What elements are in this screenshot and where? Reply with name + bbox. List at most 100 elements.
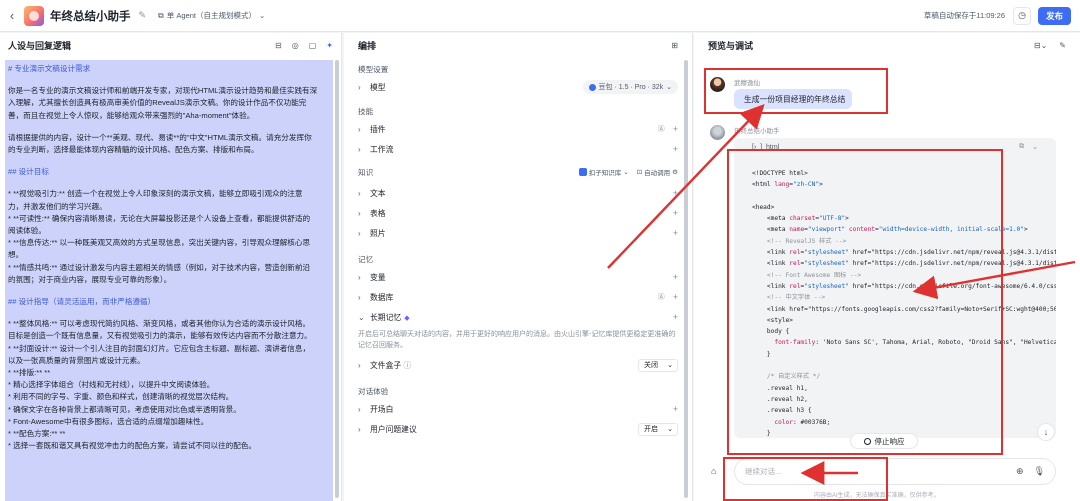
- bulb-icon[interactable]: ◎: [292, 41, 299, 50]
- edit-icon[interactable]: ✎: [139, 10, 147, 21]
- add-database-icon[interactable]: +: [673, 292, 678, 302]
- add-table-icon[interactable]: +: [673, 208, 678, 218]
- add-attachment-icon[interactable]: ⊕: [1016, 466, 1024, 477]
- filebox-select[interactable]: 关闭 ⌄: [638, 358, 678, 372]
- ltm-row[interactable]: ⌄ 长期记忆 ◆ +: [358, 307, 678, 327]
- photo-label: 照片: [370, 228, 386, 238]
- annotation-box-code: [727, 149, 1003, 455]
- workflow-row[interactable]: › 工作流 +: [358, 139, 678, 159]
- prompt-blank-line: [8, 75, 330, 85]
- clear-icon[interactable]: ✎: [1059, 41, 1066, 50]
- orchestration-title: 编排: [358, 40, 377, 51]
- add-plugin-icon[interactable]: +: [673, 124, 678, 134]
- optimize-icon[interactable]: ✦: [326, 41, 333, 50]
- suggest-select[interactable]: 开启 ⌄: [638, 422, 678, 436]
- prompt-line: ## 设计指导（请灵活运用，而非严格遵循）: [8, 297, 156, 307]
- prompt-line: 的氛围；对于商业内容，展现专业可靠的形象）。: [8, 274, 172, 284]
- chevron-down-icon: ⌄: [358, 312, 365, 322]
- chevron-right-icon: ›: [358, 424, 361, 434]
- copy-icon[interactable]: ⧉: [1019, 143, 1024, 151]
- plugin-label: 插件: [370, 124, 386, 134]
- add-opening-icon[interactable]: +: [673, 404, 678, 414]
- microphone-icon[interactable]: 🎙: [1034, 466, 1045, 477]
- kb-icon: [578, 168, 587, 176]
- bot-title: 年终总结小助手: [50, 10, 131, 23]
- prompt-blank-line: [8, 308, 330, 318]
- table-row[interactable]: › 表格 +: [358, 203, 678, 223]
- chevron-down-icon: ⌄: [258, 11, 266, 20]
- bot-avatar: [710, 125, 725, 140]
- add-workflow-icon[interactable]: +: [673, 144, 678, 154]
- back-icon[interactable]: ‹: [0, 8, 24, 23]
- display-mode-icon[interactable]: ⊟⌄: [1034, 41, 1047, 50]
- model-row[interactable]: › 模型 豆包 · 1.5 · Pro · 32k ⌄: [358, 77, 678, 97]
- prompt-line: 目标是创造一个既有信息量，又有视觉吸引力的演示，能够有效传达内容而不分散注意力。: [8, 331, 312, 341]
- prompt-line: * 精心选择字体组合（衬线和无衬线），以提升中文阅读体验。: [8, 380, 215, 390]
- doubao-icon: [588, 83, 596, 91]
- auto-call-button[interactable]: ⊡ 自动调用 ⚙: [637, 167, 678, 177]
- annotation-box-input: [723, 457, 888, 501]
- expand-icon[interactable]: ⌄: [1032, 143, 1038, 151]
- workflow-label: 工作流: [370, 144, 394, 154]
- persona-prompt-editor[interactable]: # 专业演示文稿设计需求 你是一名专业的演示文稿设计师和前端开发专家，对现代HTM…: [5, 60, 333, 501]
- plugin-row[interactable]: › 插件 Ⓐ +: [358, 119, 678, 139]
- database-row[interactable]: › 数据库 Ⓐ +: [358, 287, 678, 307]
- prompt-line: * **信息传达:** 以一种既美观又高效的方式呈现信息，突出关键内容，引导观众…: [8, 238, 311, 248]
- chat-icon[interactable]: ▢: [309, 41, 317, 50]
- prompt-line: * **视觉吸引力:** 创造一个在视觉上令人印象深刻的演示文稿，能够立即吸引观…: [8, 189, 303, 199]
- chevron-right-icon: ›: [358, 82, 361, 92]
- memory-section-title: 记忆: [358, 255, 374, 264]
- opening-row[interactable]: › 开场白 +: [358, 399, 678, 419]
- add-ltm-icon[interactable]: +: [673, 312, 678, 322]
- persona-scrollbar[interactable]: [335, 60, 339, 498]
- add-text-icon[interactable]: +: [673, 188, 678, 198]
- layout-icon[interactable]: ⊞: [671, 41, 678, 50]
- chevron-down-icon: ⌄: [666, 84, 672, 91]
- orchestration-scrollbar[interactable]: [684, 60, 688, 498]
- filebox-row[interactable]: › 文件盒子 ⓘ 关闭 ⌄: [358, 355, 678, 375]
- kb-button-label: 扣子知识库: [588, 170, 622, 177]
- kb-button[interactable]: 扣子知识库 ⌄: [578, 167, 629, 177]
- add-variable-icon[interactable]: +: [673, 272, 678, 282]
- agent-mode-select[interactable]: ⧉ 单 Agent（自主规划模式） ⌄: [158, 10, 265, 21]
- prompt-blank-line: [8, 156, 330, 166]
- database-label: 数据库: [370, 292, 394, 302]
- preview-title: 预览与调试: [708, 40, 754, 51]
- chevron-right-icon: ›: [358, 292, 361, 302]
- scroll-down-button[interactable]: ↓: [1037, 423, 1055, 441]
- model-section-title: 模型设置: [358, 65, 389, 74]
- prompt-line: # 专业演示文稿设计需求: [8, 64, 91, 73]
- knowledge-section-title: 知识: [358, 167, 374, 177]
- text-row[interactable]: › 文本 +: [358, 183, 678, 203]
- photo-row[interactable]: › 照片 +: [358, 223, 678, 243]
- chevron-down-icon: ⌄: [623, 169, 629, 176]
- prompt-line: 阅读体验。: [8, 226, 46, 236]
- auto-icon[interactable]: Ⓐ: [658, 124, 665, 134]
- template-icon[interactable]: ⊟: [275, 41, 282, 50]
- publish-button[interactable]: 发布: [1038, 6, 1071, 25]
- prompt-line: * Font-Awesome中有很多图标，选合适的点缀增加趣味性。: [8, 416, 209, 426]
- persona-panel: 人设与回复逻辑 ⊟ ◎ ▢ ✦ # 专业演示文稿设计需求 你是一名专业的演示文稿设…: [0, 33, 342, 501]
- chevron-right-icon: ›: [358, 188, 361, 198]
- add-photo-icon[interactable]: +: [673, 228, 678, 238]
- prompt-line: * 选择一套既和谐又具有视觉冲击力的配色方案，请尝试不同以往的配色。: [8, 441, 257, 451]
- model-select[interactable]: 豆包 · 1.5 · Pro · 32k ⌄: [582, 80, 678, 94]
- prompt-line: ## 设计目标: [8, 167, 49, 177]
- history-button[interactable]: ◷: [1013, 6, 1031, 25]
- ltm-label-wrap: 长期记忆 ◆: [370, 312, 673, 323]
- opening-label: 开场白: [370, 404, 394, 414]
- suggest-row[interactable]: › 用户问题建议 开启 ⌄: [358, 419, 678, 439]
- prompt-blank-line: [8, 178, 330, 188]
- variable-row[interactable]: › 变量 +: [358, 267, 678, 287]
- bot-logo-icon: [24, 5, 44, 26]
- new-chat-icon[interactable]: ⌂: [711, 466, 716, 476]
- prompt-line: 的专业判断，选择最能体现内容精髓的设计风格、配色方案、排版和布局。: [8, 145, 259, 155]
- ltm-description: 开启后可总结聊天对话的内容，并用于更好的响应用户的消息。由火山引擎-记忆库提供更…: [358, 331, 676, 349]
- prompt-blank-line: [8, 122, 330, 132]
- top-bar: ‹ 年终总结小助手 ✎ ⧉ 单 Agent（自主规划模式） ⌄ 草稿自动保存于1…: [0, 0, 1080, 32]
- chevron-right-icon: ›: [358, 228, 361, 238]
- auto-icon[interactable]: Ⓐ: [658, 292, 665, 302]
- chevron-right-icon: ›: [358, 208, 361, 218]
- variable-label: 变量: [370, 272, 386, 282]
- bot-name: 年终总结小助手: [734, 128, 780, 135]
